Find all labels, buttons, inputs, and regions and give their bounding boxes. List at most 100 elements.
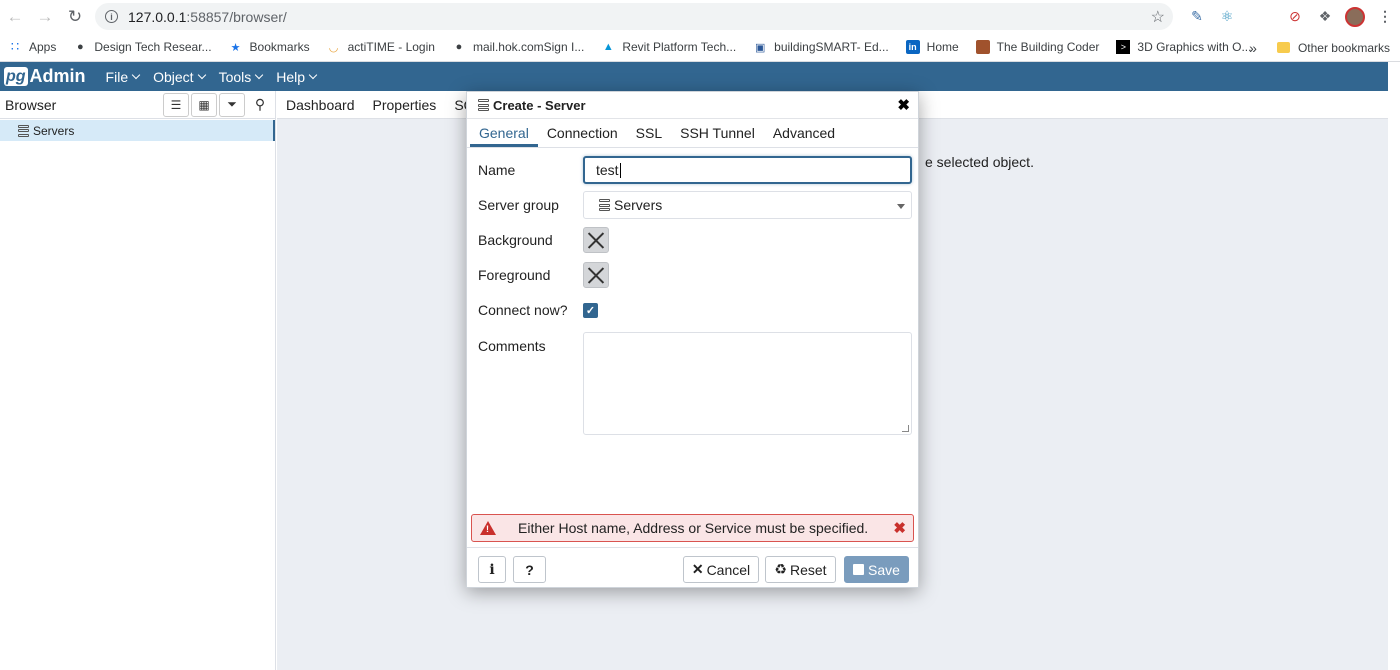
- puzzle-extensions-icon[interactable]: ❖: [1314, 6, 1336, 28]
- tab-connection[interactable]: Connection: [538, 125, 627, 147]
- tab-ssl[interactable]: SSL: [627, 125, 671, 147]
- reload-icon[interactable]: ↻: [60, 2, 90, 32]
- chevron-down-icon: [308, 70, 318, 79]
- block-extension-icon[interactable]: ⊘: [1284, 6, 1306, 28]
- tab-ssh-tunnel[interactable]: SSH Tunnel: [671, 125, 764, 147]
- connect-now-row: Connect now? ✓: [478, 302, 912, 318]
- bookmark-star-icon[interactable]: ☆: [1151, 7, 1165, 27]
- bookmarks-overflow-button[interactable]: »: [1249, 40, 1257, 56]
- query-tool-icon[interactable]: ☰: [163, 92, 189, 117]
- error-text: Either Host name, Address or Service mus…: [518, 520, 869, 536]
- bookmark-mail-hok[interactable]: ● mail.hok.comSign I...: [452, 40, 585, 54]
- floppy-icon: [853, 564, 865, 575]
- chevron-down-icon: [255, 70, 264, 79]
- logo-admin: Admin: [29, 66, 86, 86]
- tab-dashboard[interactable]: Dashboard: [286, 97, 355, 113]
- comments-textarea[interactable]: [583, 332, 912, 435]
- create-server-dialog: Create - Server ✖ General Connection SSL…: [466, 91, 919, 588]
- chrome-menu-icon[interactable]: ⋮: [1374, 6, 1396, 28]
- tree-item-label: Servers: [33, 123, 75, 138]
- eyedropper-extension-icon[interactable]: ✎: [1186, 6, 1208, 28]
- search-icon[interactable]: ⚲: [247, 92, 273, 117]
- text-cursor: [619, 162, 621, 178]
- window-edge: [1388, 62, 1400, 670]
- dialog-title: Create - Server: [493, 97, 586, 113]
- save-button[interactable]: Save: [844, 556, 909, 583]
- url-host: 127.0.0.1: [128, 8, 187, 25]
- foreground-color-picker[interactable]: [583, 262, 609, 288]
- chevron-down-icon: [897, 204, 905, 209]
- other-bookmarks[interactable]: Other bookmarks: [1298, 41, 1390, 55]
- bookmark-actitime[interactable]: ◡ actiTIME - Login: [327, 40, 435, 54]
- address-bar[interactable]: i 127.0.0.1:58857/browser/ ☆: [95, 3, 1173, 30]
- bookmark-apps[interactable]: ∷ Apps: [8, 39, 57, 54]
- menu-label: Object: [153, 68, 194, 85]
- bookmark-revit[interactable]: ▲ Revit Platform Tech...: [601, 40, 736, 54]
- star-icon: ★: [230, 41, 241, 54]
- checkmark-icon: ✓: [585, 304, 596, 317]
- forward-icon[interactable]: →: [30, 2, 60, 32]
- name-label: Name: [478, 162, 516, 178]
- globe-icon: ●: [455, 41, 463, 53]
- bookmark-label: Apps: [29, 40, 57, 54]
- site-info-icon[interactable]: i: [105, 10, 118, 23]
- resize-handle-icon[interactable]: [902, 425, 909, 432]
- menu-help[interactable]: Help: [276, 69, 318, 85]
- foreground-row: Foreground: [478, 262, 912, 288]
- bookmark-label: Design Tech Resear...: [94, 40, 212, 54]
- server-icon: [478, 99, 489, 111]
- react-extension-icon[interactable]: ⚛: [1216, 6, 1238, 28]
- filtered-rows-icon[interactable]: ⏷: [219, 92, 245, 117]
- comments-row: Comments: [478, 332, 912, 435]
- background-label: Background: [478, 232, 553, 248]
- bookmark-label: Bookmarks: [249, 40, 310, 54]
- dialog-header: Create - Server: [467, 92, 918, 119]
- dialog-footer: i ? ✕ Cancel ♻ Reset Save: [467, 547, 918, 587]
- bookmarks-right: » Other bookmarks: [1249, 33, 1390, 62]
- bookmark-home[interactable]: in Home: [905, 40, 959, 54]
- reset-label: Reset: [789, 561, 827, 578]
- bookmark-design-tech[interactable]: ● Design Tech Resear...: [73, 40, 212, 54]
- connect-now-label: Connect now?: [478, 302, 568, 318]
- browser-panel-title: Browser: [5, 96, 57, 113]
- info-button[interactable]: i: [478, 556, 506, 583]
- bookmark-3d-graphics[interactable]: >3D Graphics with O...: [1116, 40, 1251, 54]
- background-color-picker[interactable]: [583, 227, 609, 253]
- server-group-select[interactable]: Servers: [583, 191, 912, 219]
- help-button[interactable]: ?: [513, 556, 546, 583]
- browser-panel: Browser ☰ ▦ ⏷ ⚲ Servers: [0, 91, 276, 670]
- tree-item-servers[interactable]: Servers: [0, 120, 275, 141]
- linkedin-icon: in: [905, 40, 920, 54]
- bookmark-buildingsmart[interactable]: ▣ buildingSMART- Ed...: [753, 40, 889, 54]
- reset-button[interactable]: ♻ Reset: [765, 556, 836, 583]
- cancel-button[interactable]: ✕ Cancel: [683, 556, 759, 583]
- view-data-icon[interactable]: ▦: [191, 92, 217, 117]
- autodesk-icon: ▲: [602, 41, 614, 53]
- menu-tools[interactable]: Tools: [219, 69, 264, 85]
- profile-avatar[interactable]: [1344, 6, 1366, 28]
- menu-object[interactable]: Object: [153, 68, 206, 85]
- back-icon[interactable]: ←: [0, 2, 30, 32]
- extensions-area: ✎ ⚛ ⊘ ❖ ⋮: [1182, 0, 1400, 33]
- folder-icon: [1276, 42, 1290, 53]
- bookmark-label: mail.hok.comSign I...: [472, 40, 585, 54]
- buildingsmart-icon: ▣: [754, 41, 766, 54]
- browser-toolbar: ← → ↻ i 127.0.0.1:58857/browser/ ☆ ✎ ⚛ ⊘…: [0, 0, 1400, 33]
- server-group-icon: [18, 124, 29, 137]
- bookmark-label: Home: [926, 40, 959, 54]
- server-group-icon: [599, 199, 610, 211]
- tab-general[interactable]: General: [470, 125, 538, 147]
- tab-advanced[interactable]: Advanced: [764, 125, 844, 147]
- bookmark-label: actiTIME - Login: [347, 40, 435, 54]
- bookmark-building-coder[interactable]: The Building Coder: [975, 40, 1099, 54]
- name-input[interactable]: test: [583, 156, 912, 184]
- globe-icon: ●: [77, 41, 84, 53]
- close-error-icon[interactable]: ✖: [893, 519, 906, 537]
- tab-properties[interactable]: Properties: [373, 97, 437, 113]
- connect-now-checkbox[interactable]: ✓: [583, 302, 598, 318]
- background-message: e selected object.: [925, 154, 1034, 170]
- close-icon[interactable]: ✖: [897, 96, 910, 114]
- menu-file[interactable]: File: [106, 69, 141, 85]
- bookmark-bookmarks[interactable]: ★ Bookmarks: [229, 40, 310, 54]
